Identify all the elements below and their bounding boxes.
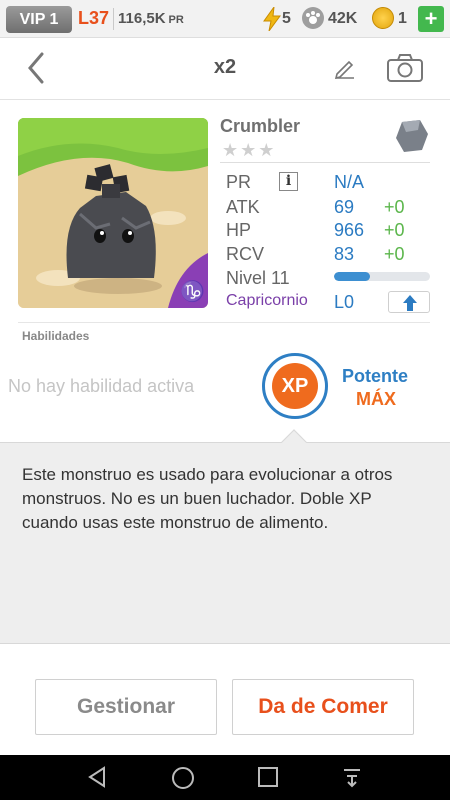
level-label: Nivel 11	[226, 268, 290, 288]
monster-portrait[interactable]: ♑	[18, 118, 208, 308]
power-unit: PR	[168, 14, 184, 26]
divider	[220, 162, 430, 163]
divider	[113, 8, 114, 30]
info-icon[interactable]: i	[279, 172, 298, 191]
manage-button[interactable]: Gestionar	[35, 679, 217, 735]
xp-icon: XP	[272, 363, 318, 409]
rcv-value: 83	[334, 244, 355, 264]
add-currency-button[interactable]: +	[418, 6, 444, 32]
level-progress-fill	[334, 272, 371, 281]
pr-value: N/A	[334, 172, 365, 192]
level-progress-bar	[334, 272, 430, 281]
passive-skill-name: Potente	[342, 366, 409, 386]
hp-value: 966	[334, 220, 365, 240]
zodiac-sign: Capricornio	[226, 292, 308, 309]
nav-menu-icon[interactable]	[341, 766, 363, 788]
rcv-bonus: +0	[384, 244, 405, 264]
player-level: L37	[78, 8, 110, 28]
paws-count: 42K	[328, 10, 358, 27]
power-rating: 116,5K PR	[118, 10, 184, 27]
paw-icon	[302, 7, 324, 29]
star-rating: ★★★	[222, 140, 277, 160]
energy-count: 5	[282, 10, 291, 27]
page-header: x2	[0, 38, 450, 100]
abilities-title: Habilidades	[22, 329, 90, 343]
passive-skill-badge[interactable]: XP	[262, 353, 328, 419]
power-value: 116,5K	[118, 10, 166, 27]
vip-badge[interactable]: VIP 1	[6, 6, 72, 33]
passive-skill-level: MÁX	[356, 389, 396, 409]
feed-button[interactable]: Da de Comer	[232, 679, 414, 735]
pencil-icon[interactable]	[334, 57, 356, 79]
coin-icon	[372, 7, 394, 29]
coins-count: 1	[398, 10, 407, 27]
rank-up-button[interactable]	[388, 291, 430, 313]
page-title: x2	[213, 56, 237, 78]
pr-label: PR	[226, 172, 252, 192]
monster-name: Crumbler	[220, 116, 301, 136]
atk-value: 69	[334, 197, 355, 217]
camera-icon[interactable]	[386, 53, 424, 83]
rank-level: L0	[334, 292, 355, 312]
rock-element-icon	[396, 120, 428, 152]
svg-text:♑: ♑	[180, 279, 205, 303]
hp-bonus: +0	[384, 220, 405, 240]
nav-recents-icon[interactable]	[257, 766, 279, 788]
hp-label: HP	[226, 220, 252, 240]
monster-description: Este monstruo es usado para evolucionar …	[22, 465, 393, 532]
no-active-skill-text: No hay habilidad activa	[8, 376, 195, 396]
lightning-icon	[263, 7, 281, 31]
arrow-up-icon	[403, 295, 417, 311]
atk-label: ATK	[226, 197, 260, 217]
nav-home-icon[interactable]	[171, 766, 195, 790]
rcv-label: RCV	[226, 244, 265, 264]
status-bar: VIP 1 L37 116,5K PR 5 42K 1 +	[0, 0, 450, 38]
divider	[18, 322, 430, 323]
atk-bonus: +0	[384, 197, 405, 217]
system-nav-bar	[0, 755, 450, 800]
nav-back-icon[interactable]	[86, 766, 108, 788]
